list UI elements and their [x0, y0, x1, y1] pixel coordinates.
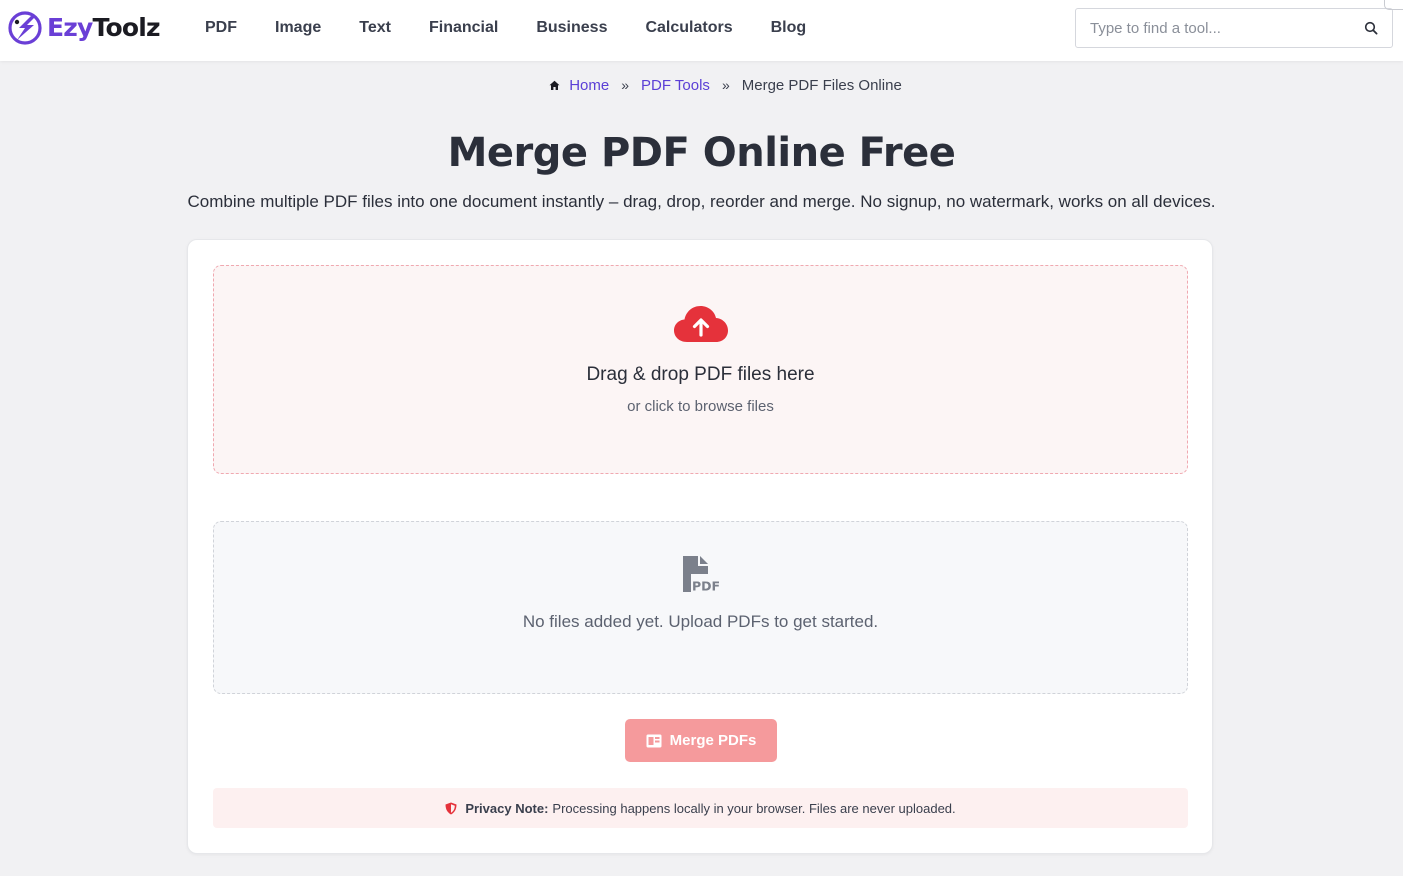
nav-item-business[interactable]: Business — [517, 0, 626, 56]
window-corner — [1384, 0, 1403, 10]
search-input[interactable] — [1076, 9, 1346, 47]
page-subtitle: Combine multiple PDF files into one docu… — [187, 192, 1216, 211]
nav-item-image[interactable]: Image — [256, 0, 340, 56]
breadcrumb-separator: » — [721, 77, 730, 93]
tool-card: Drag & drop PDF files here or click to b… — [187, 239, 1213, 854]
nav-item-pdf[interactable]: PDF — [186, 0, 256, 56]
merge-pdfs-button[interactable]: Merge PDFs — [625, 719, 777, 762]
search-icon[interactable] — [1364, 21, 1378, 35]
logo-icon — [8, 11, 42, 45]
merge-pdfs-label: Merge PDFs — [669, 732, 757, 749]
svg-text:PDF: PDF — [692, 579, 719, 594]
site-header: EzyToolz PDF Image Text Financial Busine… — [0, 0, 1403, 61]
pdf-dropzone[interactable]: Drag & drop PDF files here or click to b… — [213, 265, 1188, 474]
privacy-note: Privacy Note: Processing happens locally… — [213, 788, 1188, 828]
home-icon — [549, 80, 560, 90]
breadcrumb: Home » PDF Tools » Merge PDF Files Onlin… — [0, 75, 1403, 95]
privacy-note-text: Processing happens locally in your brows… — [552, 800, 956, 816]
nav-item-blog[interactable]: Blog — [752, 0, 826, 56]
file-list: PDF No files added yet. Upload PDFs to g… — [213, 521, 1188, 694]
dropzone-browse-hint[interactable]: or click to browse files — [214, 398, 1187, 415]
cloud-upload-icon — [674, 306, 728, 342]
breadcrumb-home[interactable]: Home — [569, 77, 609, 94]
brand-name: EzyToolz — [47, 11, 161, 45]
page-title: Merge PDF Online Free — [447, 130, 956, 176]
empty-file-list-message: No files added yet. Upload PDFs to get s… — [522, 612, 879, 631]
privacy-note-label: Privacy Note: — [465, 800, 549, 816]
nav-item-text[interactable]: Text — [340, 0, 410, 56]
main-nav: PDF Image Text Financial Business Calcul… — [186, 0, 825, 56]
pdf-file-icon: PDF — [683, 556, 719, 594]
dropzone-title: Drag & drop PDF files here — [586, 364, 815, 385]
breadcrumb-current: Merge PDF Files Online — [741, 76, 902, 94]
nav-item-financial[interactable]: Financial — [410, 0, 517, 56]
tool-search — [1075, 8, 1393, 48]
breadcrumb-separator: » — [621, 77, 630, 93]
brand-name-part2: Toolz — [92, 13, 161, 42]
brand-logo[interactable]: EzyToolz — [8, 11, 161, 45]
brand-name-part1: Ezy — [47, 13, 93, 42]
shield-icon — [445, 802, 457, 814]
merge-icon — [646, 734, 662, 747]
nav-item-calculators[interactable]: Calculators — [626, 0, 751, 56]
breadcrumb-pdf-tools[interactable]: PDF Tools — [641, 77, 710, 94]
